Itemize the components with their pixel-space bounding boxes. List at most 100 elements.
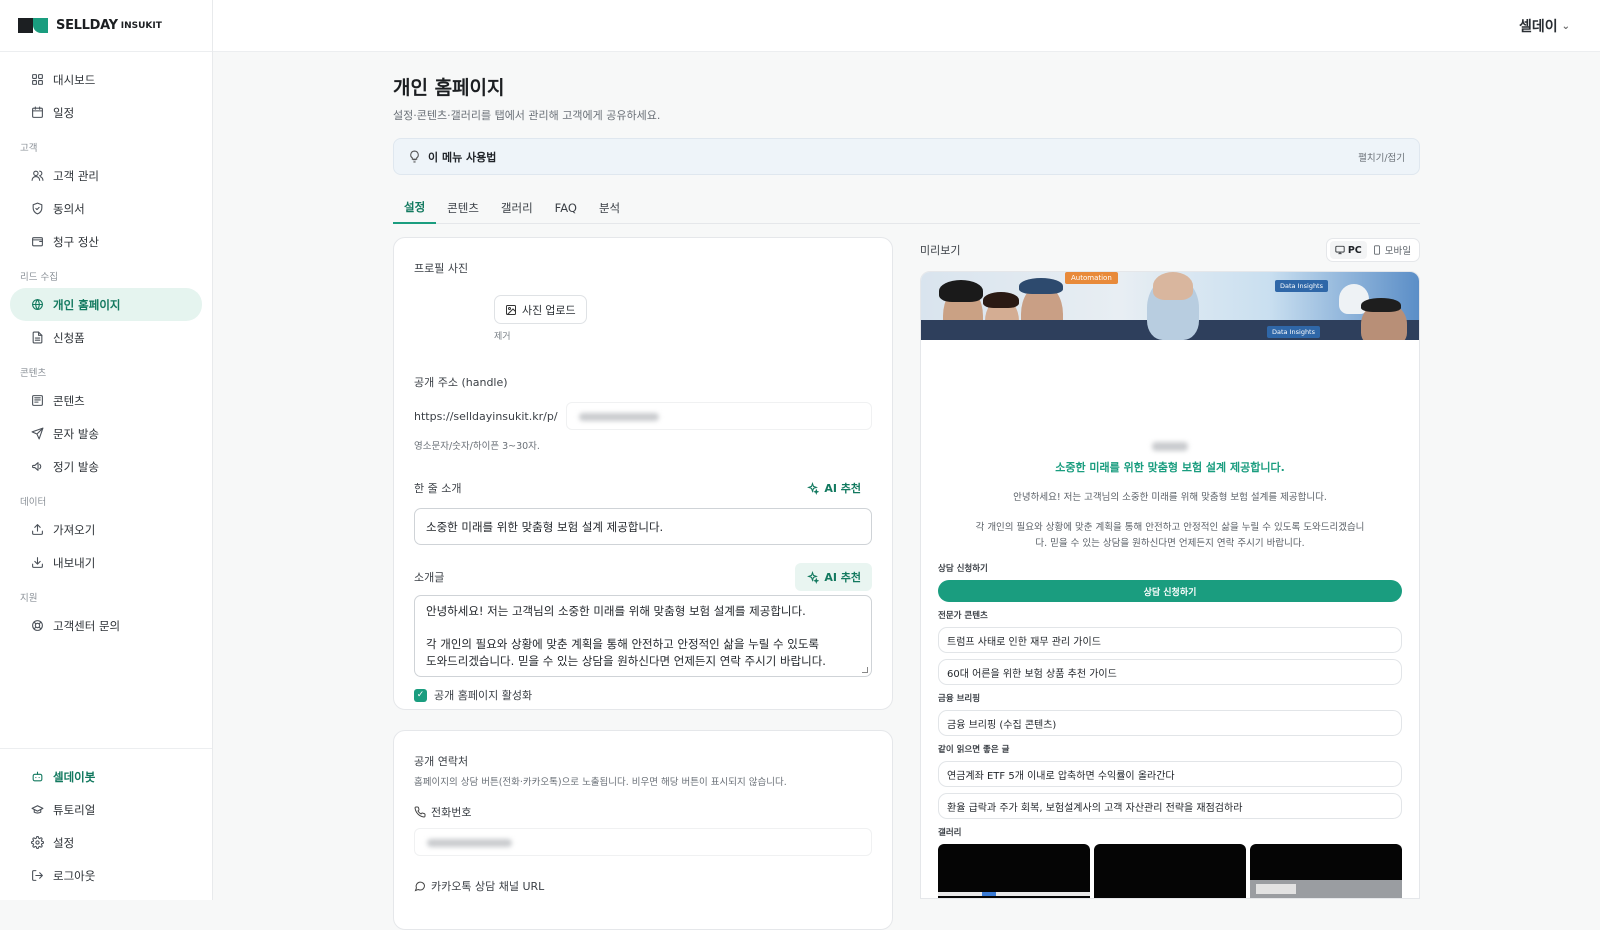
oneline-ai-button[interactable]: AI 추천	[795, 474, 872, 502]
howto-toggle[interactable]: 펼치기/접기	[1358, 150, 1405, 164]
preview-briefing-label: 금융 브리핑	[938, 694, 981, 704]
public-toggle[interactable]: ✓ 공개 홈페이지 활성화	[414, 687, 872, 703]
profile-photo-label: 프로필 사진	[414, 262, 469, 275]
top-bar: 셀데이 ⌄	[213, 0, 1600, 52]
sidebar-item[interactable]: 정기 발송	[10, 450, 202, 483]
sidebar-item-label: 청구 정산	[53, 234, 99, 249]
sparkles-icon	[807, 481, 820, 495]
resize-handle[interactable]	[862, 667, 868, 673]
tab-item[interactable]: FAQ	[544, 191, 588, 224]
brand-sub: INSUKIT	[120, 20, 162, 31]
globe-icon	[30, 298, 44, 312]
page-subtitle: 설정·콘텐츠·갤러리를 탭에서 관리해 고객에게 공유하세요.	[393, 109, 661, 122]
sidebar-nav: 대시보드 일정 고객 고객 관리 동의서 청구 정산 리드 수집 개인 홈페이지 신청폼 콘텐츠 콘…	[0, 52, 212, 642]
shield-icon	[30, 202, 44, 216]
smartphone-icon	[1373, 245, 1380, 255]
gallery-thumbnail[interactable]	[1250, 844, 1402, 898]
gallery-thumbnail[interactable]	[938, 844, 1090, 898]
sidebar-item[interactable]: 고객센터 문의	[10, 609, 202, 642]
sidebar-item-label: 고객센터 문의	[53, 618, 121, 633]
sidebar-item[interactable]: 일정	[10, 96, 202, 129]
sidebar-item[interactable]: 신청폼	[10, 321, 202, 354]
sidebar-item[interactable]: 문자 발송	[10, 417, 202, 450]
user-name: 셀데이	[1518, 19, 1558, 35]
preview-reading-item[interactable]: 연금계좌 ETF 5개 이내로 압축하면 수익률이 올라간다	[938, 761, 1402, 787]
phone-input[interactable]	[414, 828, 872, 856]
settings-card: 프로필 사진 사진 업로드 제거 공개 주소 (handle) https://…	[393, 237, 893, 710]
tab-item[interactable]: 콘텐츠	[436, 191, 490, 224]
tab-item[interactable]: 설정	[393, 191, 437, 224]
intro-ai-label: AI 추천	[824, 571, 861, 584]
sidebar-item-label: 설정	[53, 835, 75, 850]
oneline-input[interactable]: 소중한 미래를 위한 맞춤형 보험 설계 제공합니다.	[414, 508, 872, 545]
sidebar-item-label: 정기 발송	[53, 459, 99, 474]
howto-panel[interactable]: 이 메뉴 사용법 펼치기/접기	[393, 138, 1420, 175]
handle-input[interactable]	[565, 402, 872, 430]
brand-logo[interactable]: SELLDAY INSUKIT	[0, 0, 212, 52]
preview-consult-button[interactable]: 상담 신청하기	[938, 580, 1402, 602]
sidebar-item[interactable]: 대시보드	[10, 63, 202, 96]
photo-upload-label: 사진 업로드	[522, 304, 576, 317]
device-pc-button[interactable]: PC	[1329, 241, 1367, 259]
sidebar-item[interactable]: 동의서	[10, 192, 202, 225]
lifebuoy-icon	[30, 619, 44, 633]
sidebar-section-title: 고객	[20, 143, 38, 154]
sidebar: SELLDAY INSUKIT 대시보드 일정 고객 고객 관리 동의서 청구 정산 리드 …	[0, 0, 213, 900]
preview-briefing-item[interactable]: 금융 브리핑 (수집 콘텐츠)	[938, 710, 1402, 736]
sidebar-item[interactable]: 내보내기	[10, 546, 202, 579]
sidebar-item-label: 셀데이봇	[53, 769, 96, 784]
preview-gallery	[938, 844, 1402, 898]
sidebar-item[interactable]: 로그아웃	[10, 859, 202, 892]
preview-name-redacted	[1152, 442, 1188, 451]
sidebar-item[interactable]: 가져오기	[10, 513, 202, 546]
sidebar-item[interactable]: 콘텐츠	[10, 384, 202, 417]
tab-bar: 설정 콘텐츠 갤러리 FAQ 분석	[393, 191, 1420, 224]
handle-hint: 영소문자/숫자/하이픈 3~30자.	[414, 441, 540, 452]
sidebar-item-label: 신청폼	[53, 330, 85, 345]
sidebar-item-label: 콘텐츠	[53, 393, 85, 408]
preview-title: 미리보기	[920, 244, 961, 257]
tab-item[interactable]: 갤러리	[490, 191, 544, 224]
banner-data-insights-1: Data Insights	[1275, 280, 1328, 292]
preview-panel: 미리보기 PC 모바일 Automation Data Insights Dat…	[920, 237, 1420, 899]
preview-consult-label: 상담 신청하기	[938, 564, 988, 574]
preview-intro-1: 안녕하세요! 저는 고객님의 소중한 미래를 위해 맞춤형 보험 설계를 제공합…	[1013, 492, 1327, 503]
sidebar-item[interactable]: 튜토리얼	[10, 793, 202, 826]
user-menu[interactable]: 셀데이 ⌄	[1519, 16, 1570, 36]
preview-reading-item[interactable]: 환율 급락과 주가 회복, 보험설계사의 고객 자산관리 전략을 재점검하라	[938, 793, 1402, 819]
bot-icon	[30, 770, 44, 784]
photo-remove-link[interactable]: 제거	[494, 329, 872, 342]
main-content: 개인 홈페이지 설정·콘텐츠·갤러리를 탭에서 관리해 고객에게 공유하세요. …	[393, 52, 1420, 930]
form-icon	[30, 331, 44, 345]
tab-item[interactable]: 분석	[588, 191, 631, 224]
sidebar-item[interactable]: 고객 관리	[10, 159, 202, 192]
sidebar-item-label: 문자 발송	[53, 426, 99, 441]
contact-title: 공개 연락처	[414, 755, 469, 768]
chat-bubble-icon	[414, 881, 426, 892]
gallery-thumbnail[interactable]	[1094, 844, 1246, 898]
sidebar-item-label: 로그아웃	[53, 868, 96, 883]
public-checkbox[interactable]: ✓	[414, 688, 427, 702]
send-icon	[30, 427, 44, 441]
device-pc-label: PC	[1347, 244, 1362, 256]
oneline-label: 한 줄 소개	[414, 482, 462, 495]
public-toggle-label: 공개 홈페이지 활성화	[434, 689, 533, 702]
sidebar-item[interactable]: 청구 정산	[10, 225, 202, 258]
contact-card: 공개 연락처 홈페이지의 상담 버튼(전화·카카오톡)으로 노출됩니다. 비우면…	[393, 730, 893, 930]
intro-textarea[interactable]: 안녕하세요! 저는 고객님의 소중한 미래를 위해 맞춤형 보험 설계를 제공합…	[414, 595, 872, 677]
sidebar-section-title: 지원	[20, 593, 38, 604]
sidebar-item-label: 내보내기	[53, 555, 96, 570]
sidebar-item-label: 튜토리얼	[53, 802, 96, 817]
sidebar-item[interactable]: 설정	[10, 826, 202, 859]
device-mobile-button[interactable]: 모바일	[1367, 241, 1416, 259]
sidebar-item[interactable]: 개인 홈페이지	[10, 288, 202, 321]
lightbulb-icon	[408, 150, 422, 164]
preview-expert-item[interactable]: 60대 어른을 위한 보험 상품 추천 가이드	[938, 659, 1402, 685]
brand-name: SELLDAY	[56, 18, 118, 33]
sidebar-item[interactable]: 셀데이봇	[10, 760, 202, 793]
photo-upload-button[interactable]: 사진 업로드	[494, 295, 587, 324]
phone-value-redacted	[427, 839, 512, 847]
preview-expert-label: 전문가 콘텐츠	[938, 611, 988, 621]
preview-expert-item[interactable]: 트럼프 사태로 인한 재무 관리 가이드	[938, 627, 1402, 653]
intro-ai-button[interactable]: AI 추천	[795, 563, 872, 591]
